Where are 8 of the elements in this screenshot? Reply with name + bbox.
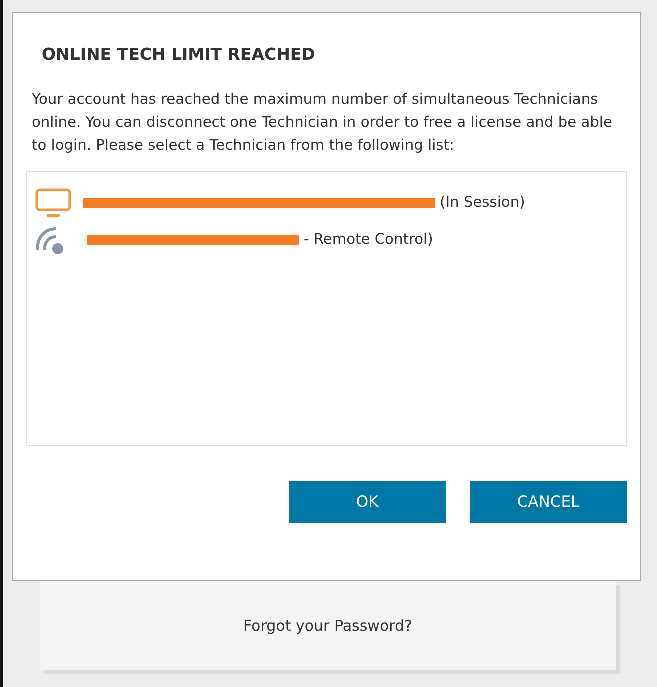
dialog-title: ONLINE TECH LIMIT REACHED [42, 45, 316, 64]
forgot-password-link[interactable]: Forgot your Password? [243, 616, 413, 634]
dialog-message: Your account has reached the maximum number of simultaneous Technicians online. You can disconnect one Technician in order to free a license and be able to login. Please select a Technician from the following list: [32, 90, 614, 156]
monitor-icon [35, 188, 73, 218]
cancel-button[interactable]: CANCEL [470, 481, 627, 523]
technician-status[interactable]: - Remote Control) [304, 231, 434, 248]
ok-button[interactable]: OK [289, 481, 446, 523]
technician-status[interactable]: (In Session) [440, 194, 526, 211]
